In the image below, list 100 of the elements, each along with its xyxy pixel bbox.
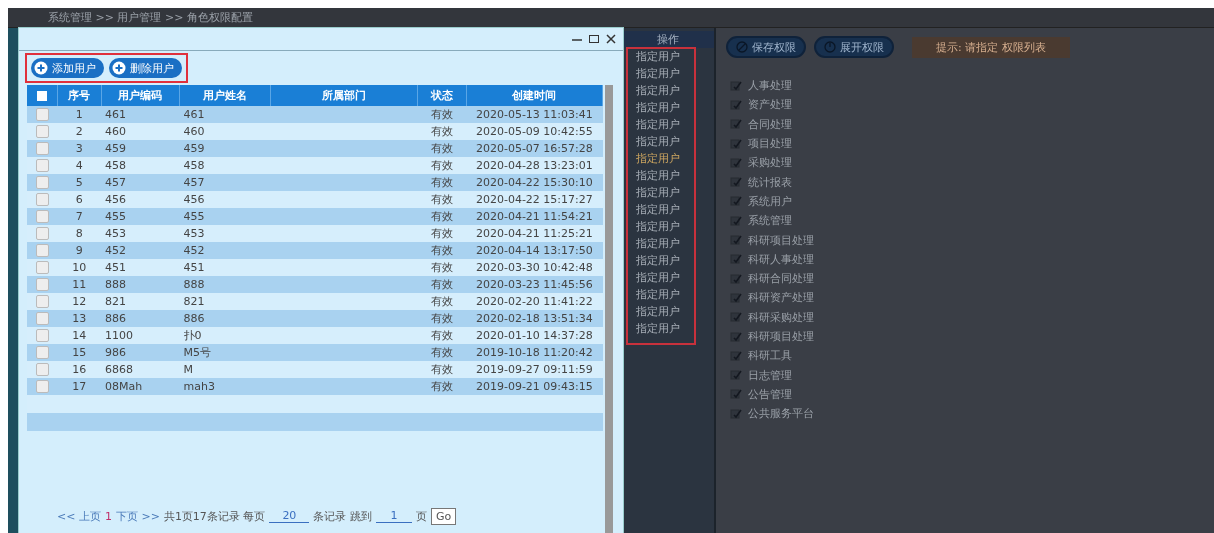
permission-item[interactable]: 人事处理 xyxy=(748,78,792,94)
pager-label: 条记录 跳到 xyxy=(313,508,372,524)
go-button[interactable]: Go xyxy=(430,507,457,525)
table-cell: 886 xyxy=(179,310,271,327)
assign-user-link[interactable]: 指定用户 xyxy=(632,133,680,150)
table-cell: 10 xyxy=(57,259,102,276)
assign-user-link[interactable]: 指定用户 xyxy=(632,184,680,201)
permission-item[interactable]: 科研人事处理 xyxy=(748,251,814,267)
page-size-field[interactable]: 20 xyxy=(269,509,310,523)
table-cell: 460 xyxy=(101,123,180,140)
row-checkbox[interactable] xyxy=(35,142,49,155)
table-cell: 2020-01-10 14:37:28 xyxy=(466,327,603,344)
row-checkbox[interactable] xyxy=(35,159,49,172)
assign-user-link[interactable]: 指定用户 xyxy=(632,303,680,320)
select-all-checkbox[interactable] xyxy=(37,90,47,101)
row-checkbox[interactable] xyxy=(35,108,49,121)
row-checkbox[interactable] xyxy=(35,278,49,291)
column-header: 所属部门 xyxy=(270,85,418,106)
checkbox-icon xyxy=(730,388,742,401)
table-cell: 有效 xyxy=(417,361,467,378)
row-checkbox[interactable] xyxy=(35,193,49,206)
permission-item[interactable]: 科研合同处理 xyxy=(748,271,814,287)
table-cell: 2020-04-22 15:17:27 xyxy=(466,191,603,208)
permission-item[interactable]: 公告管理 xyxy=(748,386,792,402)
assign-user-link[interactable]: 指定用户 xyxy=(632,150,680,167)
checkbox-icon xyxy=(730,272,742,285)
row-checkbox[interactable] xyxy=(35,295,49,308)
close-icon[interactable] xyxy=(605,33,617,45)
permission-item[interactable]: 系统用户 xyxy=(748,193,792,209)
assign-user-link[interactable]: 指定用户 xyxy=(632,167,680,184)
assign-user-link[interactable]: 指定用户 xyxy=(632,252,680,269)
row-checkbox[interactable] xyxy=(35,329,49,342)
save-button[interactable]: 保存权限 xyxy=(726,36,806,58)
plus-icon xyxy=(34,61,48,75)
expand-button[interactable]: 展开权限 xyxy=(814,36,894,58)
table-cell: 2020-05-09 10:42:55 xyxy=(466,123,603,140)
table-cell: 461 xyxy=(179,106,271,123)
row-checkbox[interactable] xyxy=(35,261,49,274)
assign-user-link[interactable]: 指定用户 xyxy=(632,235,680,252)
table-cell: 2019-09-21 09:43:15 xyxy=(466,378,603,395)
assign-user-link[interactable]: 指定用户 xyxy=(632,286,680,303)
row-checkbox[interactable] xyxy=(35,210,49,223)
assign-user-link[interactable]: 指定用户 xyxy=(632,201,680,218)
next-page-link[interactable]: 下页 >> xyxy=(115,508,160,524)
permission-item[interactable]: 日志管理 xyxy=(748,367,792,383)
table-cell: 5 xyxy=(57,174,102,191)
delete-user-button[interactable]: 删除用户 xyxy=(109,58,182,78)
permission-item[interactable]: 公共服务平台 xyxy=(748,406,814,422)
checkbox-icon xyxy=(730,156,742,169)
prev-page-link[interactable]: << 上页 xyxy=(57,508,101,524)
row-checkbox[interactable] xyxy=(35,244,49,257)
permission-item[interactable]: 系统管理 xyxy=(748,213,792,229)
assign-user-link[interactable]: 指定用户 xyxy=(632,320,680,337)
permission-item[interactable]: 资产处理 xyxy=(748,97,792,113)
checkbox-icon xyxy=(730,291,742,304)
breadcrumb: 系统管理 >> 用户管理 >> 角色权限配置 xyxy=(48,10,253,25)
permission-item[interactable]: 科研工具 xyxy=(748,348,792,364)
permission-item[interactable]: 科研项目处理 xyxy=(748,329,814,344)
permission-item[interactable]: 采购处理 xyxy=(748,155,792,171)
table-cell: 14 xyxy=(57,327,102,344)
assign-user-link[interactable]: 指定用户 xyxy=(632,65,680,82)
table-cell: 3 xyxy=(57,140,102,157)
add-user-button[interactable]: 添加用户 xyxy=(31,58,104,78)
jump-page-field[interactable]: 1 xyxy=(375,509,412,523)
assign-user-link[interactable]: 指定用户 xyxy=(632,116,680,133)
power-icon xyxy=(824,41,836,53)
permission-item[interactable]: 项目处理 xyxy=(748,136,792,152)
row-checkbox[interactable] xyxy=(35,380,49,393)
table-cell: 8 xyxy=(57,225,102,242)
table-cell: 461 xyxy=(101,106,180,123)
table-cell: 有效 xyxy=(417,293,467,310)
row-checkbox[interactable] xyxy=(35,227,49,240)
row-checkbox[interactable] xyxy=(35,176,49,189)
row-checkbox[interactable] xyxy=(35,125,49,138)
table-cell: 888 xyxy=(179,276,271,293)
table-cell: 2020-02-18 13:51:34 xyxy=(466,310,603,327)
pager-label: 页 xyxy=(415,508,427,524)
table-cell: 453 xyxy=(101,225,180,242)
assign-user-link[interactable]: 指定用户 xyxy=(632,218,680,235)
assign-user-link[interactable]: 指定用户 xyxy=(632,82,680,99)
assign-user-link[interactable]: 指定用户 xyxy=(632,48,680,65)
table-cell: 2020-04-22 15:30:10 xyxy=(466,174,603,191)
table-cell: 有效 xyxy=(417,174,467,191)
checkbox-icon xyxy=(730,176,742,189)
checkbox-icon xyxy=(730,118,742,131)
permission-item[interactable]: 科研采购处理 xyxy=(748,309,814,325)
permission-item[interactable]: 科研资产处理 xyxy=(748,290,814,306)
row-checkbox[interactable] xyxy=(35,363,49,376)
maximize-icon[interactable] xyxy=(588,33,600,45)
assign-user-link[interactable]: 指定用户 xyxy=(632,269,680,286)
table-cell: 459 xyxy=(101,140,180,157)
row-checkbox[interactable] xyxy=(35,312,49,325)
table-cell: 888 xyxy=(101,276,180,293)
scrollbar[interactable] xyxy=(605,85,613,533)
assign-user-link[interactable]: 指定用户 xyxy=(632,99,680,116)
permission-item[interactable]: 合同处理 xyxy=(748,116,792,132)
permission-item[interactable]: 统计报表 xyxy=(748,174,792,190)
row-checkbox[interactable] xyxy=(35,346,49,359)
permission-item[interactable]: 科研项目处理 xyxy=(748,232,814,248)
table-cell: 460 xyxy=(179,123,271,140)
